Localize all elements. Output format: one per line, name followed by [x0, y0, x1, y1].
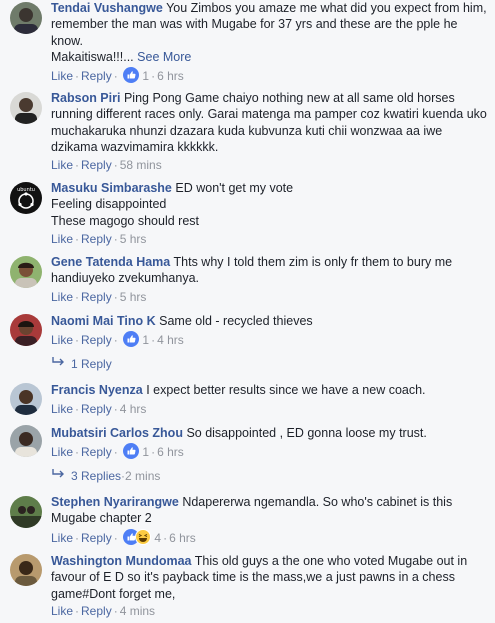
- avatar[interactable]: [10, 425, 42, 457]
- avatar[interactable]: [10, 314, 42, 346]
- photo-avatar-icon: [10, 2, 42, 34]
- timestamp[interactable]: 4 mins: [120, 604, 155, 618]
- timestamp[interactable]: 4 hrs: [157, 333, 184, 347]
- comment-author[interactable]: Mubatsiri Carlos Zhou: [51, 426, 183, 440]
- photo-avatar-icon: [10, 383, 42, 415]
- comment-text: ED won't get my vote: [175, 181, 294, 195]
- view-replies-link[interactable]: 1 Reply: [51, 355, 112, 371]
- comment-body: Washington Mundomaa This old guys a the …: [51, 553, 487, 602]
- comment-body: Masuku Simbarashe ED won't get my vote F…: [51, 180, 487, 229]
- avatar[interactable]: [10, 496, 42, 528]
- comment-text: Same old - recycled thieves: [159, 314, 313, 328]
- comment-author[interactable]: Gene Tatenda Hama: [51, 255, 170, 269]
- timestamp[interactable]: 6 hrs: [157, 445, 184, 459]
- timestamp[interactable]: 58 mins: [120, 158, 162, 172]
- comment-author[interactable]: Francis Nyenza: [51, 383, 143, 397]
- reply-button[interactable]: Reply: [81, 333, 112, 347]
- comment-body: Mubatsiri Carlos Zhou So disappointed , …: [51, 425, 487, 441]
- comment-text-line: Makaitiswa!!!...: [51, 49, 134, 64]
- comment-actions: Like · Reply · 4 · 6 hrs: [51, 529, 196, 545]
- avatar[interactable]: [10, 383, 42, 415]
- avatar[interactable]: [10, 256, 42, 288]
- comment-author[interactable]: Rabson Piri: [51, 91, 120, 105]
- view-replies-link[interactable]: 3 Replies·2 mins: [51, 467, 160, 483]
- photo-avatar-icon: [10, 92, 42, 124]
- like-reaction-icon[interactable]: [123, 443, 140, 463]
- comment-actions: Like · Reply · 4 mins: [51, 604, 156, 618]
- like-button[interactable]: Like: [51, 604, 73, 618]
- svg-text:ubuntu: ubuntu: [17, 187, 35, 193]
- photo-avatar-icon: [10, 496, 42, 528]
- photo-avatar-icon: [10, 256, 42, 288]
- timestamp[interactable]: 5 hrs: [120, 290, 147, 304]
- replies-count-label[interactable]: 3 Replies: [71, 469, 121, 483]
- comment-body: Tendai Vushangwe You Zimbos you amaze me…: [51, 0, 487, 65]
- comment-author[interactable]: Washington Mundomaa: [51, 554, 192, 568]
- photo-avatar-icon: [10, 425, 42, 457]
- comment-text: I expect better results since we have a …: [146, 383, 426, 397]
- comment-body: Rabson Piri Ping Pong Game chaiyo nothin…: [51, 90, 487, 155]
- reply-button[interactable]: Reply: [81, 290, 112, 304]
- photo-avatar-icon: [10, 314, 42, 346]
- replies-count-label[interactable]: 1 Reply: [71, 357, 112, 371]
- avatar[interactable]: [10, 92, 42, 124]
- reply-button[interactable]: Reply: [81, 445, 112, 459]
- timestamp[interactable]: 4 hrs: [120, 402, 147, 416]
- comment-body: Francis Nyenza I expect better results s…: [51, 382, 487, 398]
- like-reaction-icon[interactable]: [123, 331, 140, 351]
- comment-actions: Like · Reply · 1 · 4 hrs: [51, 331, 184, 347]
- comment-body: Gene Tatenda Hama Thts why I told them z…: [51, 254, 487, 287]
- comment-actions: Like · Reply · 1 · 6 hrs: [51, 443, 184, 459]
- avatar[interactable]: [10, 2, 42, 34]
- reply-button[interactable]: Reply: [81, 604, 112, 618]
- comment-actions: Like · Reply · 58 mins: [51, 158, 162, 172]
- reply-button[interactable]: Reply: [81, 402, 112, 416]
- like-reaction-icon[interactable]: [123, 67, 140, 87]
- reply-button[interactable]: Reply: [81, 158, 112, 172]
- comment-body: Naomi Mai Tino K Same old - recycled thi…: [51, 313, 487, 329]
- timestamp[interactable]: 6 hrs: [157, 69, 184, 83]
- comment-text: So disappointed , ED gonna loose my trus…: [186, 426, 427, 440]
- like-button[interactable]: Like: [51, 158, 73, 172]
- like-button[interactable]: Like: [51, 402, 73, 416]
- avatar[interactable]: [10, 554, 42, 586]
- like-button[interactable]: Like: [51, 232, 73, 246]
- comment-body: Stephen Nyarirangwe Ndapererwa ngemandla…: [51, 494, 487, 527]
- comment-author[interactable]: Stephen Nyarirangwe: [51, 495, 179, 509]
- comment-author[interactable]: Naomi Mai Tino K: [51, 314, 156, 328]
- ubuntu-logo-icon: ubuntu: [10, 182, 42, 214]
- comment-text-line: These magogo should rest: [51, 213, 200, 228]
- like-button[interactable]: Like: [51, 69, 73, 83]
- see-more-link[interactable]: See More: [137, 50, 191, 64]
- reply-arrow-icon: [51, 467, 65, 478]
- like-button[interactable]: Like: [51, 333, 73, 347]
- comment-author[interactable]: Tendai Vushangwe: [51, 1, 163, 15]
- like-button[interactable]: Like: [51, 531, 73, 545]
- avatar[interactable]: ubuntu: [10, 182, 42, 214]
- timestamp[interactable]: 6 hrs: [169, 531, 196, 545]
- like-button[interactable]: Like: [51, 445, 73, 459]
- comment-text-line: Feeling disappointed: [51, 197, 167, 212]
- reply-button[interactable]: Reply: [81, 531, 112, 545]
- reply-button[interactable]: Reply: [81, 69, 112, 83]
- like-button[interactable]: Like: [51, 290, 73, 304]
- comment-actions: Like · Reply · 5 hrs: [51, 290, 147, 304]
- reply-arrow-icon: [51, 355, 65, 366]
- haha-reaction-icon[interactable]: [135, 529, 152, 549]
- photo-avatar-icon: [10, 554, 42, 586]
- comment-actions: Like · Reply · 1 · 6 hrs: [51, 67, 184, 83]
- comment-author[interactable]: Masuku Simbarashe: [51, 181, 172, 195]
- comment-actions: Like · Reply · 5 hrs: [51, 232, 147, 246]
- comment-actions: Like · Reply · 4 hrs: [51, 402, 147, 416]
- replies-timestamp[interactable]: 2 mins: [125, 469, 160, 483]
- reply-button[interactable]: Reply: [81, 232, 112, 246]
- timestamp[interactable]: 5 hrs: [120, 232, 147, 246]
